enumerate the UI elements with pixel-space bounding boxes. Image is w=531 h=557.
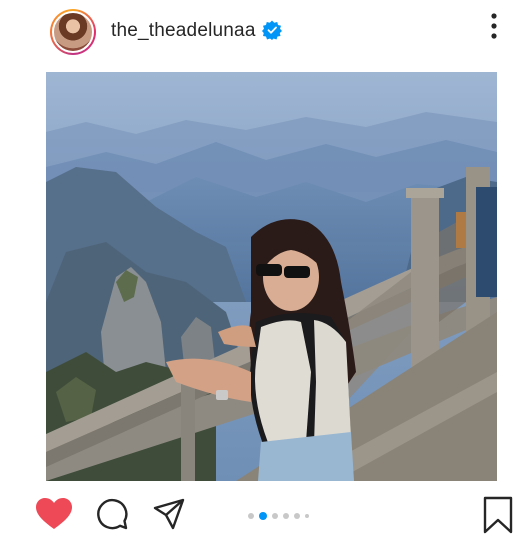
carousel-dot <box>305 514 309 518</box>
carousel-dot <box>272 513 278 519</box>
carousel-dot <box>283 513 289 519</box>
heart-filled-icon[interactable] <box>36 498 72 530</box>
more-vertical-icon[interactable] <box>485 12 503 40</box>
photo-illustration <box>46 72 497 481</box>
comment-icon[interactable] <box>96 498 128 530</box>
carousel-dot-active <box>259 512 267 520</box>
carousel-dot <box>294 513 300 519</box>
send-icon[interactable] <box>153 498 185 530</box>
profile-avatar[interactable] <box>50 9 96 55</box>
verified-badge-icon <box>262 20 282 40</box>
carousel-dot <box>248 513 254 519</box>
post-header: the_theadelunaa <box>0 0 531 62</box>
username-label[interactable]: the_theadelunaa <box>111 20 256 42</box>
post-photo[interactable] <box>46 72 497 481</box>
post-actions <box>0 490 531 550</box>
bookmark-icon[interactable] <box>483 496 513 534</box>
avatar-image <box>52 11 94 53</box>
carousel-indicator <box>248 512 309 520</box>
